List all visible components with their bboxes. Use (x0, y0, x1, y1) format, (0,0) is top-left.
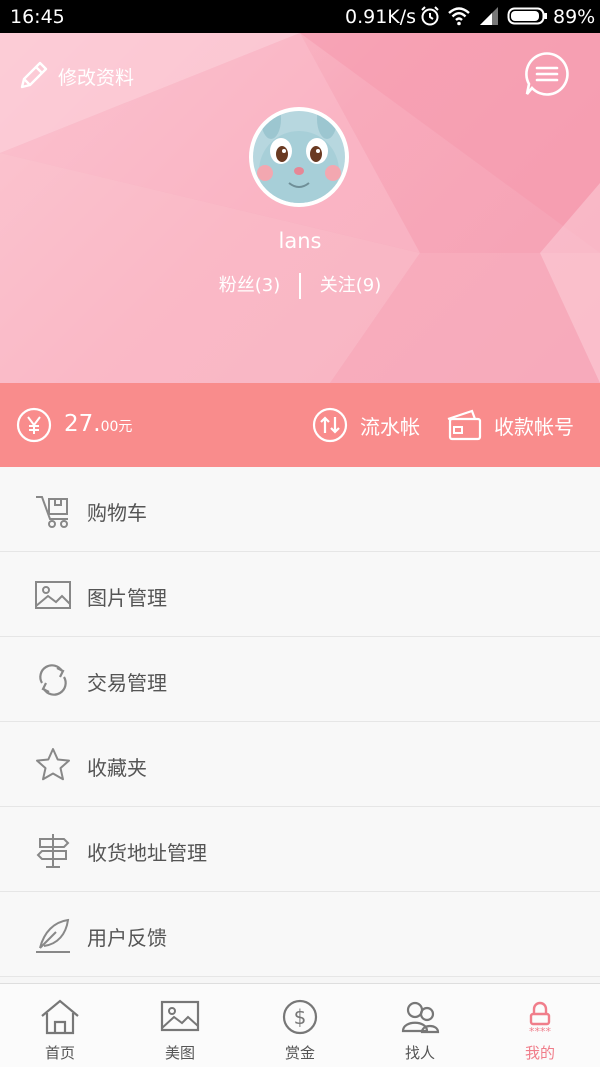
refresh-icon (39, 664, 67, 696)
username: lans (278, 229, 322, 253)
follow-divider (299, 273, 301, 299)
tab-find-people[interactable]: 找人 (360, 984, 480, 1067)
tab-mine[interactable]: **** 我的 (480, 984, 600, 1067)
tab-pictures[interactable]: 美图 (120, 984, 240, 1067)
tab-home[interactable]: 首页 (0, 984, 120, 1067)
tab-label: 我的 (524, 1044, 555, 1062)
menu-item-image-management[interactable]: 图片管理 (0, 552, 600, 637)
menu-item-trade-management[interactable]: 交易管理 (0, 637, 600, 722)
balance-decimal: 00元 (100, 419, 133, 435)
feather-icon (36, 918, 70, 953)
network-speed: 0.91K/s (345, 6, 417, 28)
tab-label: 首页 (44, 1044, 75, 1062)
balance-bar: 27.00元 流水帐 收款帐号 (0, 383, 600, 467)
status-time: 16:45 (10, 6, 65, 28)
menu-item-label: 图片管理 (87, 586, 167, 610)
pencil-icon (20, 61, 48, 89)
battery-percent: 89% (553, 6, 596, 28)
bottom-tab-bar: 首页 美图 $ 赏金 找人 **** 我的 (0, 983, 600, 1067)
home-icon (41, 999, 79, 1035)
signpost-icon (36, 834, 70, 868)
payment-account-button[interactable]: 收款帐号 (446, 407, 574, 443)
picture-icon (160, 1000, 200, 1032)
menu-item-label: 用户反馈 (87, 926, 167, 950)
dollar-icon: $ (282, 999, 318, 1035)
menu-item-feedback[interactable]: 用户反馈 (0, 892, 600, 977)
battery-icon (507, 7, 547, 25)
alarm-icon (421, 6, 439, 26)
edit-profile-button[interactable]: 修改资料 (16, 59, 134, 93)
message-menu-icon[interactable] (524, 51, 570, 97)
follow-stats: 粉丝(3) 关注(9) (0, 271, 600, 299)
payment-account-label: 收款帐号 (494, 414, 574, 439)
menu-item-address-management[interactable]: 收货地址管理 (0, 807, 600, 892)
tab-label: 赏金 (284, 1044, 315, 1062)
menu-item-label: 收藏夹 (87, 756, 147, 780)
status-bar: 16:45 0.91K/s 89% (0, 0, 600, 33)
yen-icon (16, 407, 52, 443)
fans-count-link[interactable]: 粉丝(3) (219, 275, 281, 296)
menu-item-label: 交易管理 (87, 671, 167, 695)
svg-text:****: **** (529, 1025, 552, 1036)
lock-icon: **** (529, 1001, 552, 1036)
balance-amount: 27.00元 (64, 411, 132, 437)
wifi-icon (448, 7, 470, 26)
menu-item-cart[interactable]: 购物车 (0, 467, 600, 552)
avatar-image (253, 111, 345, 203)
balance-integer: 27. (64, 411, 101, 437)
avatar[interactable] (249, 107, 349, 207)
people-icon (401, 1001, 440, 1034)
following-count-link[interactable]: 关注(9) (320, 275, 382, 296)
edit-profile-label: 修改资料 (58, 66, 135, 89)
image-icon (35, 581, 71, 609)
menu-item-label: 收货地址管理 (87, 841, 207, 865)
tab-label: 美图 (164, 1044, 195, 1062)
flow-account-label: 流水帐 (360, 414, 420, 439)
flow-account-button[interactable]: 流水帐 (312, 407, 420, 443)
menu-item-favorites[interactable]: 收藏夹 (0, 722, 600, 807)
signal-icon (480, 7, 498, 25)
tab-label: 找人 (404, 1044, 435, 1062)
transfer-icon (312, 407, 348, 443)
tab-bounty[interactable]: $ 赏金 (240, 984, 360, 1067)
menu-list: 购物车 图片管理 交易管理 收藏夹 收货地址管理 用户反馈 (0, 467, 600, 977)
card-icon (447, 409, 482, 441)
profile-header: 修改资料 lans 粉丝(3) 关注(9) (0, 33, 600, 383)
star-icon (36, 748, 70, 781)
menu-item-label: 购物车 (87, 501, 147, 525)
cart-icon (36, 496, 68, 528)
svg-text:$: $ (294, 1005, 307, 1029)
